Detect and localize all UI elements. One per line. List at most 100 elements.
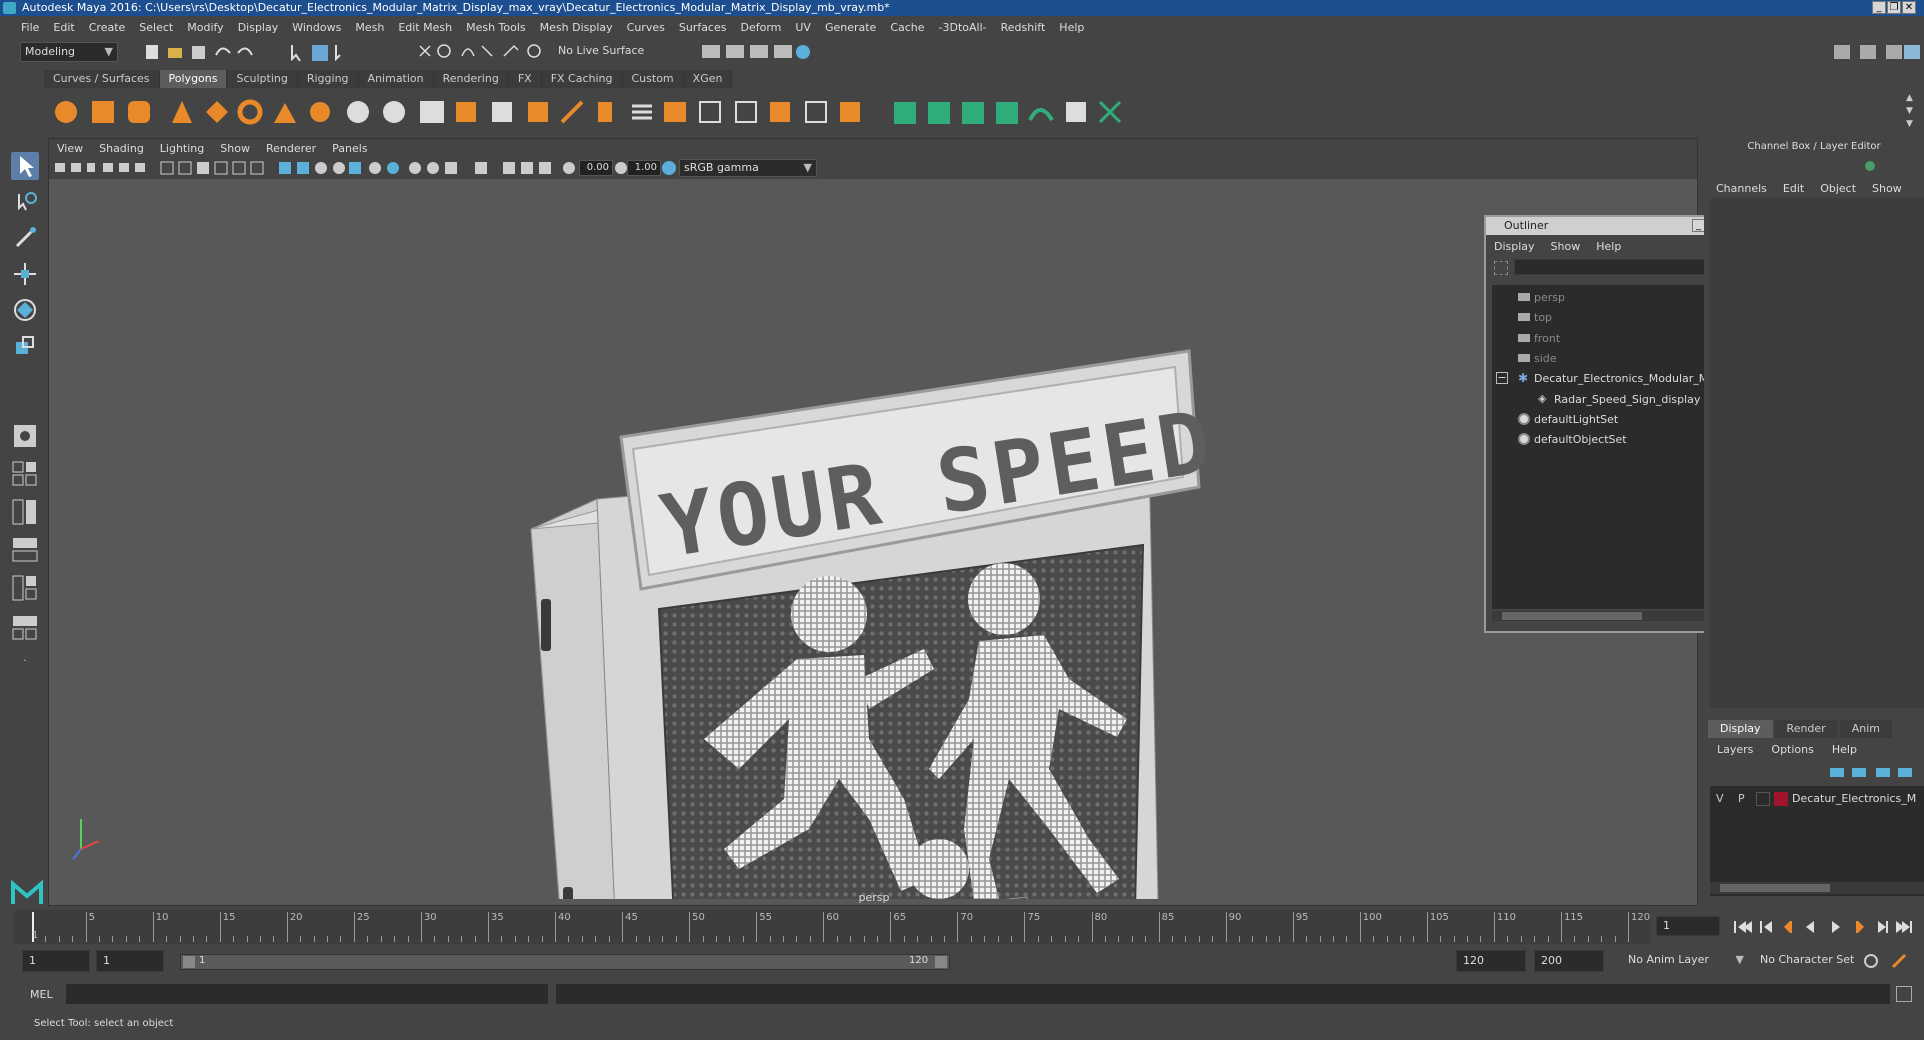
- channel-box-area[interactable]: [1710, 198, 1924, 708]
- menu-edit[interactable]: Edit: [46, 21, 81, 34]
- layer-tools-icons[interactable]: [1828, 764, 1918, 782]
- workspace-icons[interactable]: [1832, 42, 1922, 62]
- time-slider[interactable]: 1 5 10 15 20 25 30 35 40 45 50 55 60 65 70 75 80 85 90 95 1…: [14, 910, 1650, 944]
- shelf-scroll-arrows[interactable]: ▲ ▼ ▼: [1906, 92, 1918, 132]
- menu-file[interactable]: File: [14, 21, 46, 34]
- channel-box-toggle-icon[interactable]: [1862, 158, 1878, 174]
- outliner-search-input[interactable]: [1514, 259, 1734, 275]
- layer-menu-options[interactable]: Options: [1762, 740, 1822, 760]
- shelf-tab-sculpting[interactable]: Sculpting: [227, 70, 298, 88]
- menu-surfaces[interactable]: Surfaces: [672, 21, 734, 34]
- layout-four-icon[interactable]: [11, 460, 39, 488]
- outliner-item[interactable]: top: [1492, 309, 1716, 327]
- shelf-tab-rendering[interactable]: Rendering: [433, 70, 509, 88]
- layer-menu-help[interactable]: Help: [1823, 740, 1866, 760]
- layout-single-icon[interactable]: [11, 422, 39, 450]
- shelf-tab-xgen[interactable]: XGen: [683, 70, 733, 88]
- live-surface-field[interactable]: No Live Surface: [554, 42, 650, 62]
- outliner-item[interactable]: persp: [1492, 289, 1716, 307]
- start-time-field[interactable]: 1: [22, 950, 90, 972]
- auto-key-icon[interactable]: [1862, 952, 1880, 970]
- file-tools-icons[interactable]: [144, 43, 404, 61]
- gamma-field[interactable]: 1.00: [627, 160, 661, 176]
- layout-stack-icon[interactable]: [11, 536, 39, 564]
- menu-uv[interactable]: UV: [788, 21, 818, 34]
- snap-tools-icons[interactable]: [416, 42, 546, 62]
- shelf-tab-fx[interactable]: FX: [508, 70, 542, 88]
- layer-visibility-toggle[interactable]: V: [1716, 792, 1724, 805]
- menu-redshift[interactable]: Redshift: [994, 21, 1053, 34]
- exposure-field[interactable]: 0.00: [579, 160, 613, 176]
- script-editor-icon[interactable]: [1896, 986, 1912, 1002]
- shelf-tab-fx-caching[interactable]: FX Caching: [541, 70, 623, 88]
- channel-box-menu-edit[interactable]: Edit: [1775, 182, 1812, 195]
- render-tools-icons[interactable]: [700, 42, 820, 62]
- scale-tool-icon[interactable]: [11, 332, 39, 360]
- menu-windows[interactable]: Windows: [285, 21, 348, 34]
- viewport-menu-show[interactable]: Show: [212, 142, 258, 155]
- mode-dropdown[interactable]: Modeling ▼: [20, 42, 118, 62]
- lasso-tool-icon[interactable]: [11, 188, 39, 216]
- playback-buttons[interactable]: [1732, 918, 1922, 936]
- menu-modify[interactable]: Modify: [180, 21, 230, 34]
- shelf-tab-rigging[interactable]: Rigging: [297, 70, 359, 88]
- menu-help[interactable]: Help: [1052, 21, 1091, 34]
- minimize-icon[interactable]: _: [1872, 1, 1886, 14]
- layer-tab-display[interactable]: Display: [1708, 720, 1773, 738]
- shelf-tab-polygons[interactable]: Polygons: [159, 70, 228, 88]
- layer-color-swatch[interactable]: [1774, 792, 1788, 806]
- more-layouts-icon[interactable]: ·: [11, 654, 39, 682]
- viewport-menu-view[interactable]: View: [49, 142, 91, 155]
- menu-generate[interactable]: Generate: [818, 21, 883, 34]
- layout-side-icon[interactable]: [11, 498, 39, 526]
- layer-reference-toggle[interactable]: [1756, 792, 1770, 806]
- viewport-menu-renderer[interactable]: Renderer: [258, 142, 324, 155]
- viewport-menu-shading[interactable]: Shading: [91, 142, 152, 155]
- menu-curves[interactable]: Curves: [620, 21, 672, 34]
- shelf-icons[interactable]: [52, 96, 1152, 128]
- outliner-menu-display[interactable]: Display: [1486, 240, 1543, 253]
- command-input[interactable]: [66, 984, 548, 1004]
- perspective-viewport[interactable]: View Shading Lighting Show Renderer Panels 0.…: [48, 138, 1698, 906]
- restore-icon[interactable]: ❐: [1887, 1, 1901, 14]
- outliner-item[interactable]: defaultObjectSet: [1492, 431, 1716, 449]
- collapse-icon[interactable]: −: [1496, 372, 1508, 385]
- layer-playback-toggle[interactable]: P: [1738, 792, 1745, 805]
- range-start-handle[interactable]: [183, 956, 195, 968]
- preferences-icon[interactable]: [1890, 952, 1908, 970]
- playback-end-field[interactable]: 120: [1456, 950, 1526, 972]
- select-tool-icon[interactable]: [11, 152, 39, 180]
- viewport-menu-lighting[interactable]: Lighting: [152, 142, 212, 155]
- menu-mesh-tools[interactable]: Mesh Tools: [459, 21, 533, 34]
- menu-display[interactable]: Display: [231, 21, 286, 34]
- channel-box-menu-channels[interactable]: Channels: [1708, 182, 1775, 195]
- rotate-tool-icon[interactable]: [11, 296, 39, 324]
- current-frame-field[interactable]: 1: [1656, 916, 1720, 936]
- layer-menu-layers[interactable]: Layers: [1708, 740, 1762, 760]
- channel-box-menu-show[interactable]: Show: [1864, 182, 1910, 195]
- playback-start-field[interactable]: 1: [96, 950, 164, 972]
- range-end-handle[interactable]: [935, 956, 947, 968]
- menu-cache[interactable]: Cache: [883, 21, 931, 34]
- color-space-dropdown[interactable]: sRGB gamma ▼: [679, 159, 817, 177]
- radar-speed-sign-model[interactable]: YOUR SPEED: [49, 179, 1698, 899]
- menu-mesh-display[interactable]: Mesh Display: [533, 21, 620, 34]
- menu-create[interactable]: Create: [82, 21, 133, 34]
- layout-graph-icon[interactable]: [11, 614, 39, 642]
- layer-hscrollbar[interactable]: [1710, 882, 1924, 894]
- outliner-menu-show[interactable]: Show: [1543, 240, 1589, 253]
- shelf-tab-custom[interactable]: Custom: [622, 70, 684, 88]
- outliner-menu-help[interactable]: Help: [1588, 240, 1629, 253]
- layer-tab-render[interactable]: Render: [1774, 720, 1838, 738]
- menu--3dtoall-[interactable]: -3DtoAll-: [932, 21, 994, 34]
- channel-box-menu-object[interactable]: Object: [1812, 182, 1864, 195]
- anim-layer-dropdown[interactable]: No Anim Layer ▼: [1624, 951, 1748, 971]
- filter-icon[interactable]: [1494, 261, 1508, 275]
- outliner-title-bar[interactable]: Outliner _ ❐ ✕: [1486, 217, 1738, 235]
- layer-row[interactable]: V P Decatur_Electronics_M: [1712, 790, 1924, 808]
- outliner-item[interactable]: ✱ − Decatur_Electronics_Modular_Ma: [1492, 370, 1716, 388]
- outliner-item[interactable]: side: [1492, 350, 1716, 368]
- command-language-label[interactable]: MEL: [30, 988, 53, 1001]
- close-icon[interactable]: ✕: [1902, 1, 1916, 14]
- end-time-field[interactable]: 200: [1534, 950, 1604, 972]
